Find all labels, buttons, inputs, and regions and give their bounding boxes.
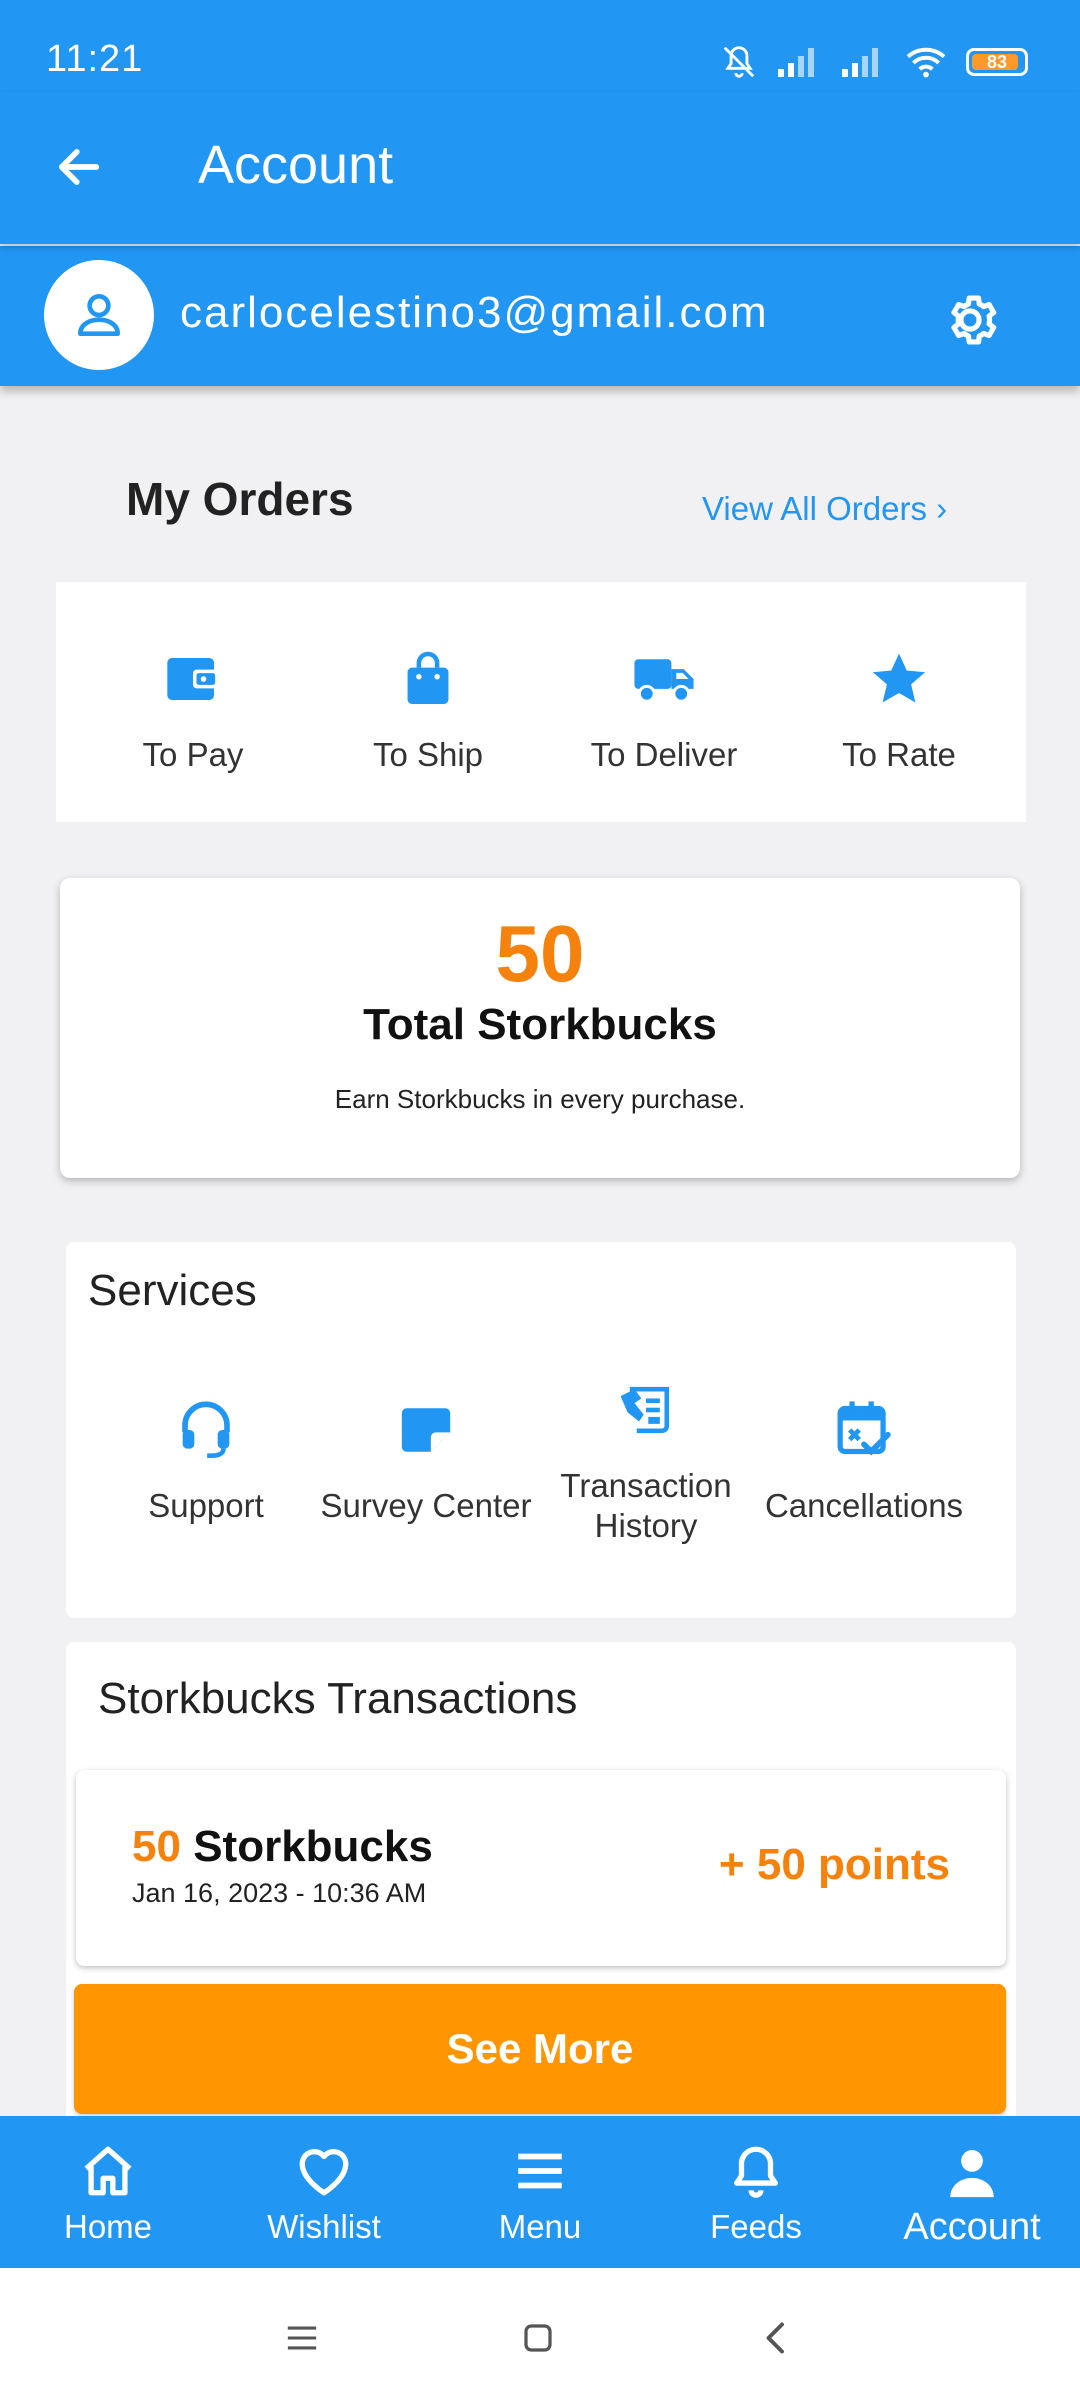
nav-label: Home [63,2208,153,2245]
menu-icon [518,2153,562,2189]
nav-label: Account [903,2206,1041,2248]
wifi-icon [904,44,948,80]
order-label: To Pay [142,736,244,773]
storkbucks-subtitle: Earn Storkbucks in every purchase. [334,1084,746,1114]
nav-label: Feeds [710,2208,802,2245]
storkbucks-title: Total Storkbucks [363,1000,717,1049]
transaction-amount-value: 50 [132,1822,181,1871]
settings-button[interactable] [930,280,1010,360]
storkbucks-card[interactable]: 50 Total Storkbucks Earn Storkbucks in e… [60,878,1020,1178]
service-label: Survey Center [320,1487,532,1524]
bottom-nav: Home Wishlist Menu Feeds Account [0,2116,1080,2268]
person-icon [950,2150,994,2198]
calendar-check-icon [837,1401,891,1456]
nav-label: Wishlist [267,2208,381,2245]
recents-icon [287,2326,317,2350]
headset-icon [182,1401,230,1458]
transaction-row[interactable]: 50 Storkbucks Jan 16, 2023 - 10:36 AM + … [76,1770,1006,1966]
receipt-icon [620,1386,670,1434]
bell-icon [734,2146,778,2198]
services-card: Services Support Survey Center Transacti… [66,1242,1016,1618]
transaction-amount: 50 Storkbucks [132,1822,433,1872]
chevron-left-icon [766,2322,784,2354]
square-icon [524,2324,552,2352]
order-label: To Rate [842,736,956,773]
status-bar: 11:21 83 [0,0,1080,92]
order-to-rate[interactable]: To Rate [784,644,1014,784]
arrow-left-icon [58,149,100,185]
transaction-date: Jan 16, 2023 - 10:36 AM [132,1878,427,1908]
back-button[interactable] [44,132,114,202]
view-all-orders-link[interactable]: View All Orders › [702,490,947,528]
order-to-deliver[interactable]: To Deliver [549,644,779,784]
status-icons: 83 [720,38,1028,86]
avatar[interactable] [44,260,154,370]
service-label: Transaction History [560,1467,732,1544]
service-support[interactable]: Support [96,1390,316,1526]
person-outline-icon [78,294,120,336]
nav-wishlist[interactable]: Wishlist [216,2116,432,2268]
service-cancellations[interactable]: Cancellations [754,1390,974,1526]
user-email: carlocelestino3@gmail.com [180,288,769,337]
system-nav-bar [0,2268,1080,2400]
bell-muted-icon [720,42,758,82]
order-to-ship[interactable]: To Ship [313,644,543,784]
back-system-button[interactable] [746,2308,806,2368]
app-bar: Account [0,92,1080,244]
note-icon [401,1408,451,1452]
order-to-pay[interactable]: To Pay [78,644,308,784]
service-survey-center[interactable]: Survey Center [316,1390,536,1526]
service-label: Support [148,1487,264,1524]
signal-icon [776,45,822,79]
home-icon [84,2146,132,2196]
home-system-button[interactable] [508,2308,568,2368]
service-transaction-history[interactable]: Transaction History [536,1370,756,1546]
see-more-button[interactable]: See More [74,1984,1006,2114]
recents-button[interactable] [272,2308,332,2368]
profile-header: carlocelestino3@gmail.com [0,246,1080,386]
nav-home[interactable]: Home [0,2116,216,2268]
signal-icon-2 [840,45,886,79]
nav-label: Menu [498,2208,582,2245]
status-time: 11:21 [46,38,144,80]
storkbucks-total: 50 [495,909,585,998]
transactions-title: Storkbucks Transactions [98,1674,578,1723]
shopping-bag-icon [407,651,449,704]
battery-level: 83 [986,52,1008,72]
truck-icon [634,659,694,703]
transaction-amount-unit: Storkbucks [193,1822,433,1871]
services-title: Services [88,1266,257,1315]
order-label: To Ship [372,736,484,773]
nav-feeds[interactable]: Feeds [648,2116,864,2268]
order-label: To Deliver [590,736,738,773]
battery-icon: 83 [966,48,1028,76]
orders-card: To Pay To Ship To Deliver To Rate [56,582,1026,822]
my-orders-title: My Orders [126,473,354,525]
nav-menu[interactable]: Menu [432,2116,648,2268]
star-icon [872,653,926,703]
transaction-points: + 50 points [718,1840,950,1889]
wallet-icon [167,658,219,700]
service-label: Cancellations [764,1487,964,1524]
gear-icon [951,295,997,345]
page-title: Account [198,135,394,195]
nav-account[interactable]: Account [864,2116,1080,2268]
heart-icon [299,2149,349,2196]
